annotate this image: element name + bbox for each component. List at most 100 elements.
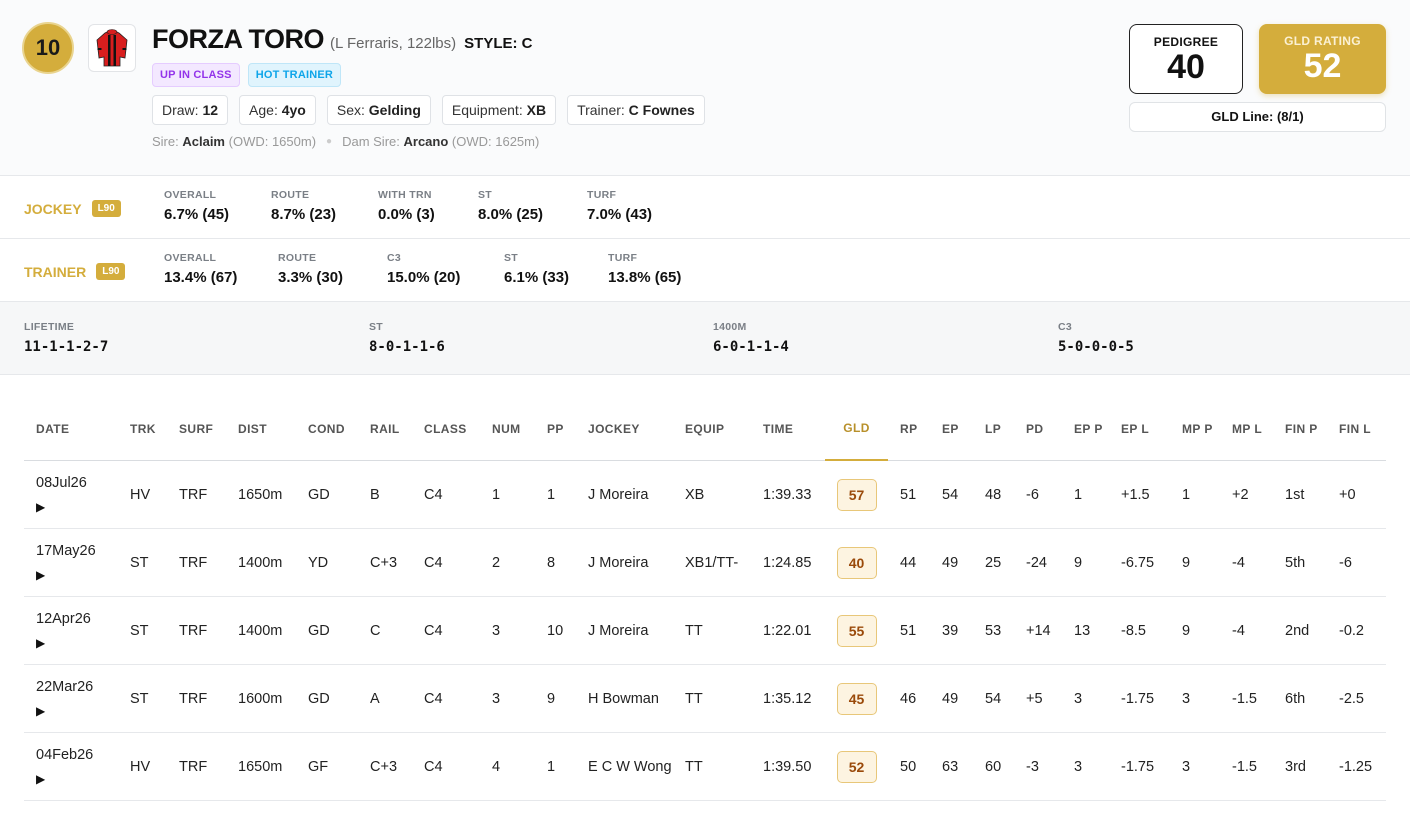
col-header-num[interactable]: NUM [492, 397, 542, 461]
cell-ep: 54 [942, 487, 959, 503]
cell-trk: HV [130, 759, 151, 775]
cell-ep-p: 3 [1074, 691, 1083, 707]
record-st: ST 8-0-1-1-6 [369, 321, 445, 355]
table-row[interactable]: 12Apr26 ▶ ST TRF 1400m GD C C4 3 10 J Moreira TT 1:2… [24, 597, 1386, 665]
cell-ep: 49 [942, 691, 959, 707]
jockey-stat-route: ROUTE 8.7% (23) [271, 189, 337, 223]
records-row: LIFETIME 11-1-1-2-7 ST 8-0-1-1-6 1400M 6-0-… [0, 302, 1410, 375]
cell-rp: 51 [900, 623, 917, 639]
cell-cond: GD [308, 623, 330, 639]
cell-rail: B [370, 487, 380, 503]
col-header-date[interactable]: DATE [36, 397, 116, 461]
cell-ep: 63 [942, 759, 959, 775]
cell-jockey: J Moreira [588, 555, 649, 571]
table-row[interactable]: 04Feb26 ▶ HV TRF 1650m GF C+3 C4 4 1 E C W Wong TT 1… [24, 733, 1386, 801]
cell-num: 3 [492, 623, 501, 639]
cell-class: C4 [424, 623, 443, 639]
gld-rating-badge: 57 [836, 479, 877, 511]
age-chip: Age: 4yo [239, 95, 316, 125]
running-style: STYLE: C [464, 35, 533, 52]
cell-pd: -6 [1026, 487, 1039, 503]
play-replay-icon[interactable]: ▶ [36, 700, 45, 722]
pedigree-label: PEDIGREE [1153, 35, 1219, 49]
col-header-surf[interactable]: SURF [179, 397, 229, 461]
cell-ep-l: -6.75 [1121, 555, 1155, 571]
cell-rail: C+3 [370, 759, 398, 775]
col-header-pp[interactable]: PP [547, 397, 583, 461]
col-header-equip[interactable]: EQUIP [685, 397, 760, 461]
cell-fin-l: -1.25 [1339, 759, 1373, 775]
trainer-chip: Trainer: C Fownes [567, 95, 705, 125]
cell-pp: 10 [547, 623, 564, 639]
cell-rail: C [370, 623, 381, 639]
col-header-trk[interactable]: TRK [130, 397, 170, 461]
trainer-label: TRAINER L90 [24, 263, 126, 280]
cell-surf: TRF [179, 759, 208, 775]
cell-jockey: J Moreira [588, 623, 649, 639]
cell-jockey: H Bowman [588, 691, 659, 707]
cell-class: C4 [424, 487, 443, 503]
cell-lp: 48 [985, 487, 1002, 503]
race-date: 17May26 [36, 543, 96, 559]
cell-rp: 46 [900, 691, 917, 707]
record-1400m: 1400M 6-0-1-1-4 [713, 321, 789, 355]
cell-gld: 57 [825, 461, 888, 529]
cell-ep-l: -1.75 [1121, 691, 1155, 707]
cell-num: 1 [492, 487, 501, 503]
col-header-time[interactable]: TIME [763, 397, 825, 461]
cell-equip: XB [685, 487, 705, 503]
col-header-cond[interactable]: COND [308, 397, 368, 461]
col-header-jockey[interactable]: JOCKEY [588, 397, 678, 461]
equipment-chip: Equipment: XB [441, 95, 557, 125]
col-header-class[interactable]: CLASS [424, 397, 484, 461]
col-header-lp[interactable]: LP [985, 397, 1023, 461]
table-body: 08Jul26 ▶ HV TRF 1650m GD B C4 1 1 J Moreira XB 1:39… [24, 461, 1386, 801]
jockey-stat-overall: OVERALL 6.7% (45) [164, 189, 230, 223]
dam-sire: Dam Sire: Arcano (OWD: 1625m) [342, 134, 540, 149]
col-header-fin-p[interactable]: FIN P [1285, 397, 1331, 461]
col-header-pd[interactable]: PD [1026, 397, 1070, 461]
play-replay-icon[interactable]: ▶ [36, 632, 45, 654]
cell-pd: +5 [1026, 691, 1043, 707]
col-header-ep[interactable]: EP [942, 397, 980, 461]
col-header-ep-p[interactable]: EP P [1074, 397, 1114, 461]
cell-ep: 49 [942, 555, 959, 571]
cell-fin-l: -2.5 [1339, 691, 1364, 707]
table-row[interactable]: 17May26 ▶ ST TRF 1400m YD C+3 C4 2 8 J Moreira XB1/… [24, 529, 1386, 597]
cell-equip: TT [685, 691, 703, 707]
col-header-dist[interactable]: DIST [238, 397, 298, 461]
cell-rp: 44 [900, 555, 917, 571]
play-replay-icon[interactable]: ▶ [36, 564, 45, 586]
col-header-fin-l[interactable]: FIN L [1339, 397, 1384, 461]
cell-mp-l: -1.5 [1232, 691, 1257, 707]
cell-pp: 8 [547, 555, 556, 571]
cell-mp-p: 3 [1182, 691, 1191, 707]
cell-fin-p: 6th [1285, 691, 1306, 707]
form-table: DATE TRK SURF DIST COND RAIL CLASS NUM PP JOCKEY E… [24, 397, 1386, 801]
cell-pd: -24 [1026, 555, 1047, 571]
table-row[interactable]: 08Jul26 ▶ HV TRF 1650m GD B C4 1 1 J Moreira XB 1:39… [24, 461, 1386, 529]
col-header-ep-l[interactable]: EP L [1121, 397, 1176, 461]
cell-date: 08Jul26 ▶ [36, 461, 116, 529]
jockey-stats-row: JOCKEY L90 OVERALL 6.7% (45) ROUTE 8.7% (23… [0, 176, 1410, 239]
table-row[interactable]: 22Mar26 ▶ ST TRF 1600m GD A C4 3 9 H Bowman TT 1:35.… [24, 665, 1386, 733]
cell-pd: -3 [1026, 759, 1039, 775]
trainer-stat-c3: C3 15.0% (20) [387, 252, 461, 286]
cell-ep-l: +1.5 [1121, 487, 1150, 503]
record-c3: C3 5-0-0-0-5 [1058, 321, 1134, 355]
col-header-gld[interactable]: GLD [825, 397, 888, 461]
cell-rp: 50 [900, 759, 917, 775]
race-date: 04Feb26 [36, 747, 94, 763]
tag-up-in-class: UP IN CLASS [152, 63, 240, 87]
cell-time: 1:39.33 [763, 487, 812, 503]
col-header-rail[interactable]: RAIL [370, 397, 420, 461]
col-header-rp[interactable]: RP [900, 397, 938, 461]
cell-time: 1:22.01 [763, 623, 812, 639]
col-header-mp-p[interactable]: MP P [1182, 397, 1226, 461]
jockey-stat-with-trn: WITH TRN 0.0% (3) [378, 189, 435, 223]
cell-jockey: E C W Wong [588, 759, 672, 775]
gld-rating-badge: 55 [836, 615, 877, 647]
col-header-mp-l[interactable]: MP L [1232, 397, 1278, 461]
play-replay-icon[interactable]: ▶ [36, 496, 45, 518]
play-replay-icon[interactable]: ▶ [36, 768, 45, 790]
